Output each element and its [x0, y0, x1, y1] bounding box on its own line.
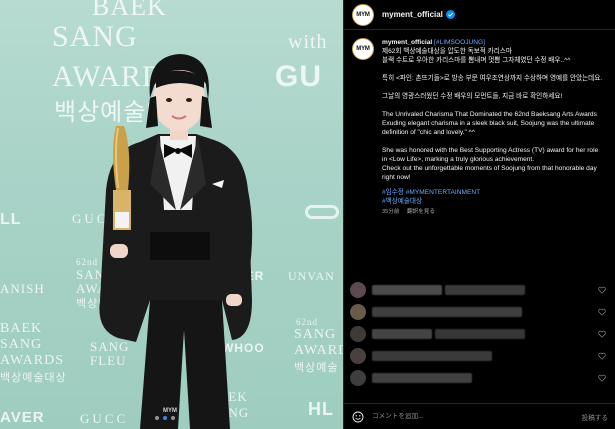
avatar[interactable]: MYM: [352, 3, 374, 26]
carousel-dot[interactable]: [155, 416, 159, 420]
comment-row[interactable]: [350, 370, 472, 386]
hashtag-link[interactable]: [#LIMSOOJUNG]: [434, 39, 485, 46]
caption-line: 제62회 백상예술대상을 압도한 독보적 카리스마: [382, 48, 512, 55]
timestamp: 35分前: [382, 209, 400, 215]
caption-paragraph: 특히 <파인: 촌뜨기들>로 방송 부문 여우조연상까지 수상하며 영예를 안았…: [382, 75, 603, 82]
commenter-avatar[interactable]: [350, 304, 366, 320]
blurred-comment: [372, 373, 472, 383]
avatar-text: MYM: [356, 46, 370, 52]
comment-row[interactable]: [350, 348, 492, 364]
carousel-dot-active[interactable]: [163, 416, 167, 420]
carousel-indicator: [155, 416, 175, 420]
caption-paragraph: She was honored with the Best Supporting…: [382, 147, 599, 181]
watermark-logo: MYM: [163, 408, 177, 414]
caption-paragraph: 그날의 영광스러웠던 수정 배우의 모먼트들, 지금 바로 확인하세요!: [382, 93, 563, 100]
hashtag-link[interactable]: #임수정 #MYMENTERTAINMENT: [382, 188, 604, 197]
comment-row[interactable]: [350, 326, 525, 342]
comment-composer: 投稿する: [344, 403, 615, 429]
translate-link[interactable]: 翻訳を見る: [407, 209, 435, 215]
caption-section: MYM myment_official [#LIMSOOJUNG] 제62회 백상…: [344, 30, 615, 217]
avatar[interactable]: MYM: [352, 38, 374, 60]
heart-icon[interactable]: [598, 330, 606, 338]
post-header: MYM myment_official: [344, 0, 615, 30]
commenter-avatar[interactable]: [350, 282, 366, 298]
actress-figure: [99, 54, 253, 429]
verified-badge-icon: [445, 10, 455, 19]
blurred-comment: [435, 329, 525, 339]
comment-row[interactable]: [350, 282, 525, 298]
commenter-avatar[interactable]: [350, 370, 366, 386]
hashtag-link[interactable]: #백상예술대상: [382, 197, 604, 206]
caption-line: 블랙 수트로 우아한 카리스마를 뽐내며 멋쁨 그자체였던 수정 배우..^^: [382, 57, 571, 64]
heart-icon[interactable]: [598, 352, 606, 360]
post-photo[interactable]: BAEK SANG AWARDS with GU 백상예술대상 LL GUCCI…: [0, 0, 343, 429]
caption-text: myment_official [#LIMSOOJUNG] 제62회 백상예술대상…: [382, 38, 604, 217]
comment-input[interactable]: [372, 413, 582, 420]
smile-icon[interactable]: [352, 411, 364, 423]
heart-icon[interactable]: [598, 308, 606, 316]
avatar-text: MYM: [356, 11, 370, 18]
caption-paragraph: The Unrivaled Charisma That Dominated th…: [382, 111, 597, 136]
heart-icon[interactable]: [598, 286, 606, 294]
carousel-dot[interactable]: [171, 416, 175, 420]
commenter-avatar[interactable]: [350, 326, 366, 342]
post-detail-panel: MYM myment_official MYM myment_official …: [343, 0, 615, 429]
commenter-avatar[interactable]: [350, 348, 366, 364]
heart-icon[interactable]: [598, 374, 606, 382]
blurred-comment: [372, 285, 442, 295]
caption-username[interactable]: myment_official: [382, 39, 432, 46]
post-comment-button[interactable]: 投稿する: [582, 412, 608, 422]
blurred-comment: [372, 307, 522, 317]
blurred-comment: [372, 351, 492, 361]
username-link[interactable]: myment_official: [382, 10, 443, 19]
comment-row[interactable]: [350, 304, 522, 320]
blurred-comment: [372, 329, 432, 339]
blurred-comment: [445, 285, 525, 295]
